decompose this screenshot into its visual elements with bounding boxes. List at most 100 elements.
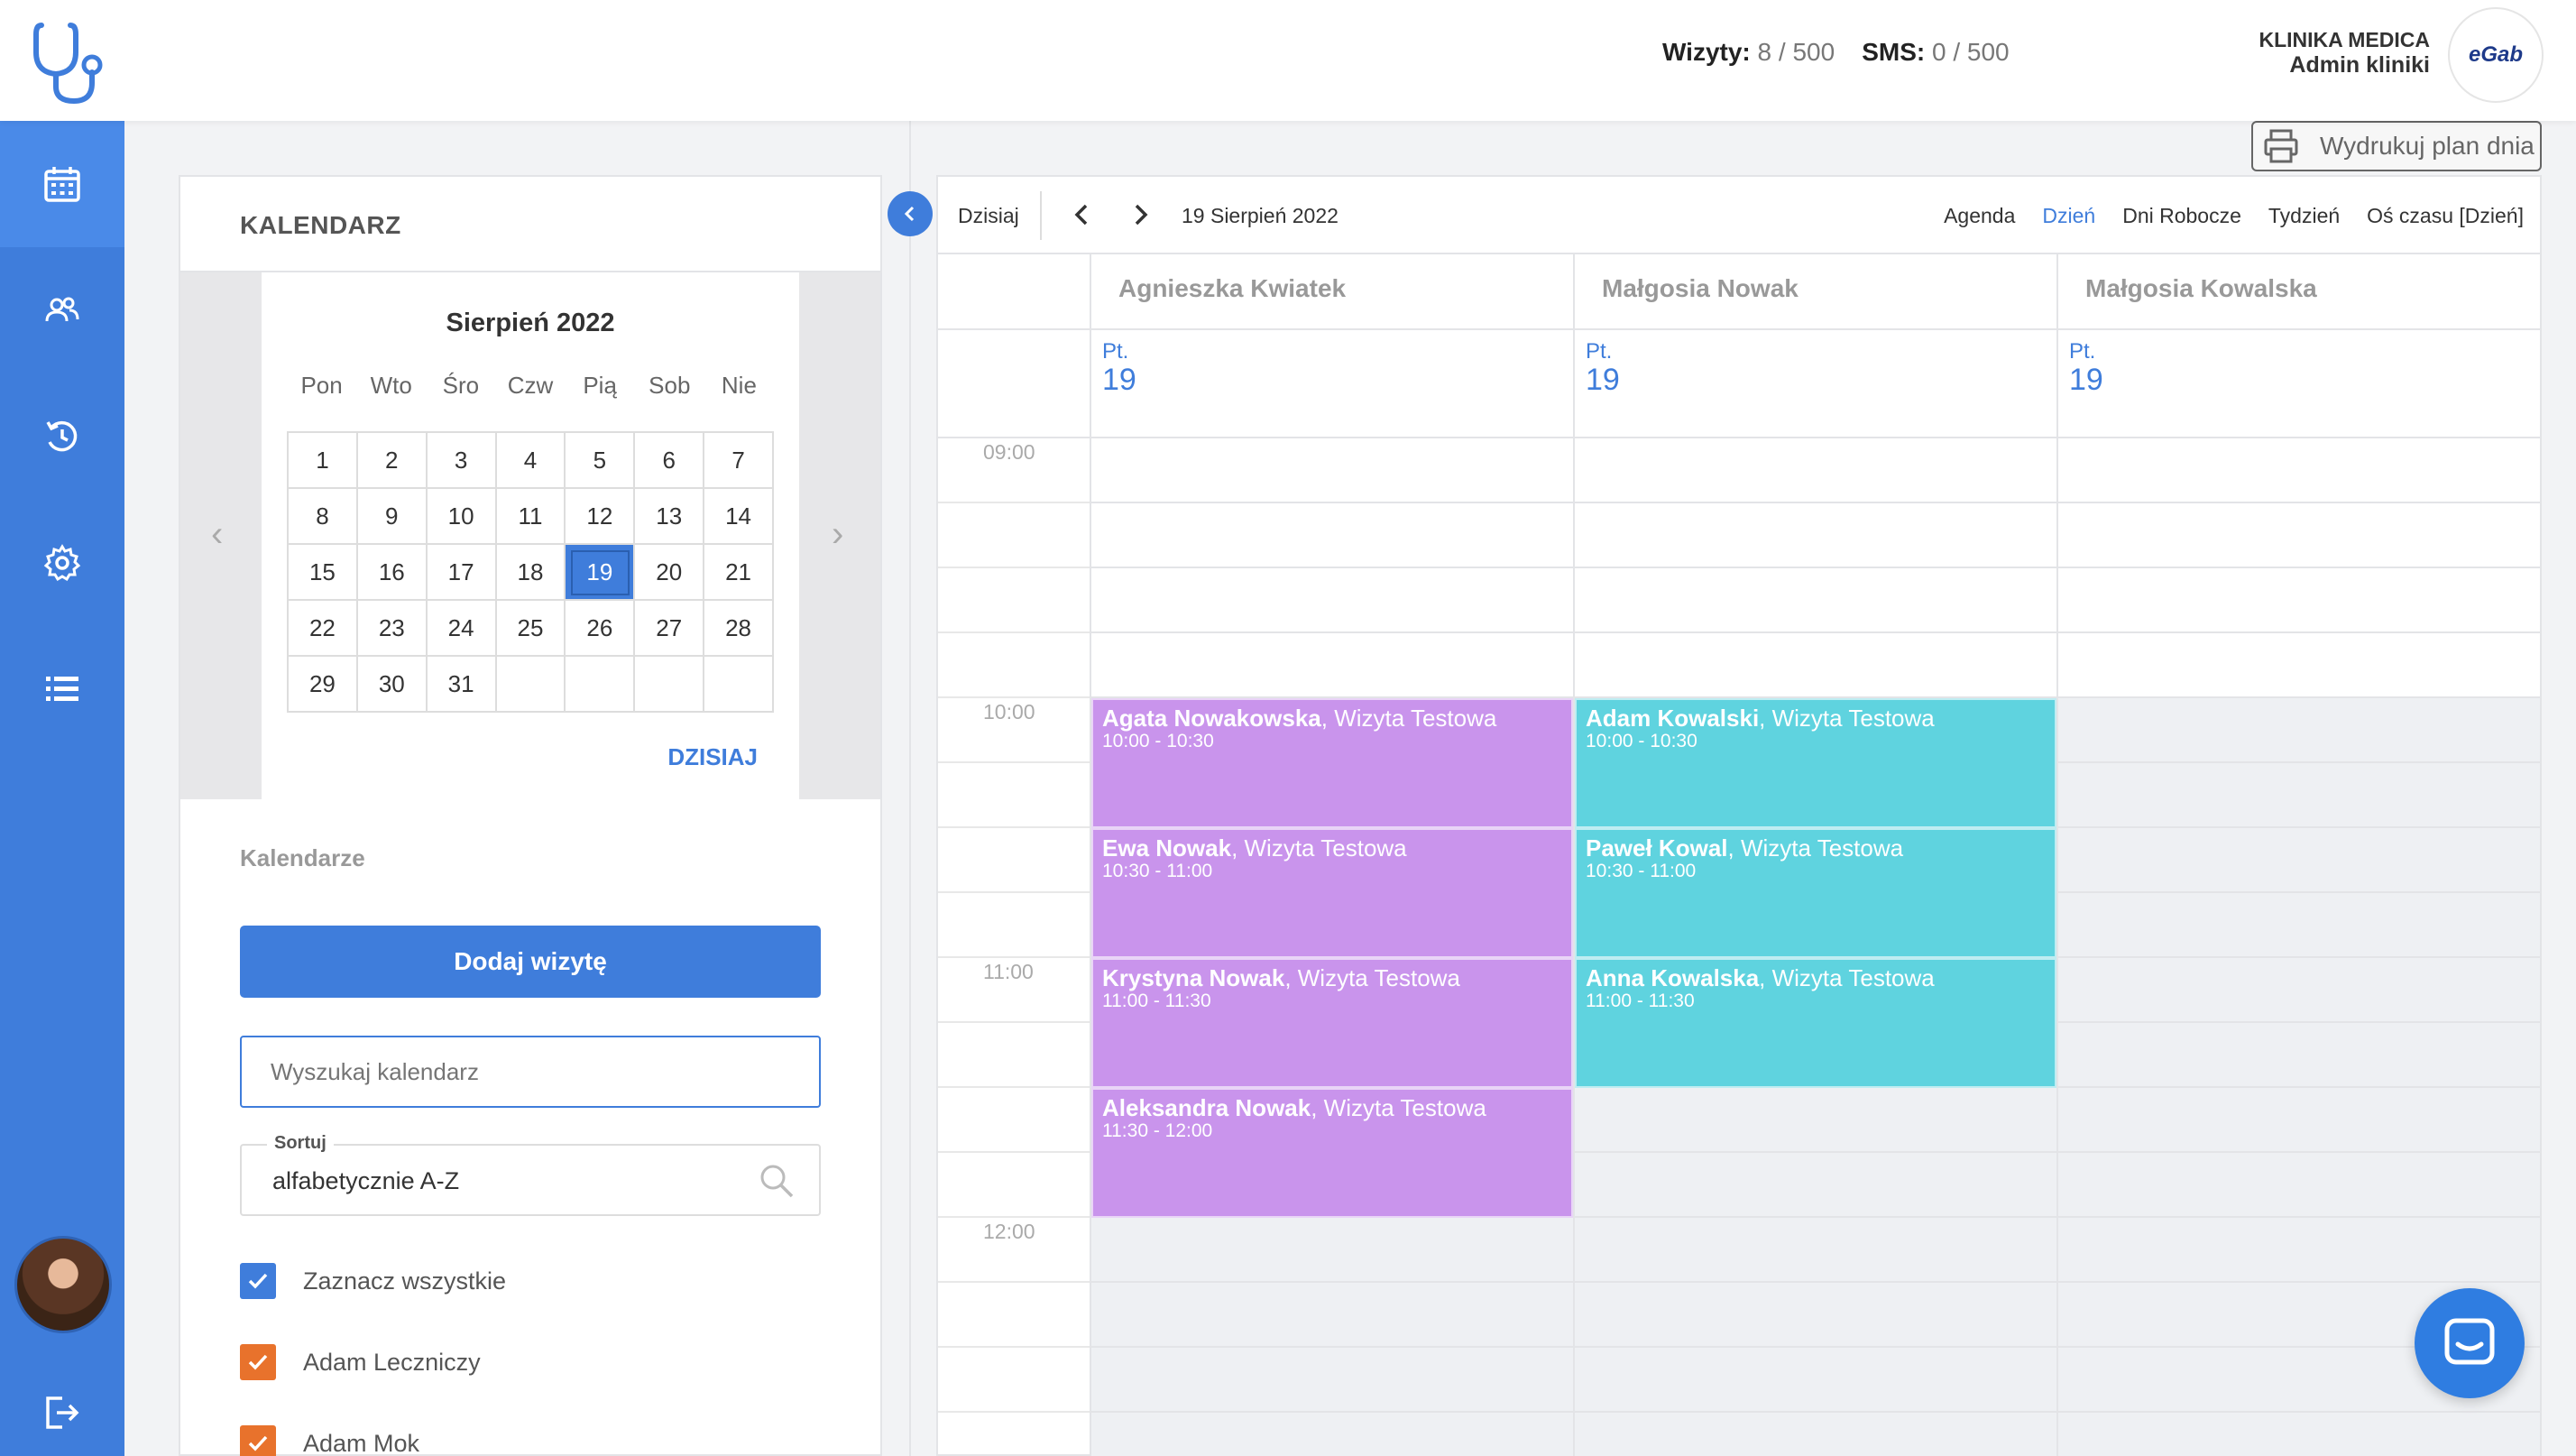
calendar-day[interactable]: 13	[635, 489, 705, 545]
calendar-day[interactable]: 31	[427, 657, 497, 713]
time-slot-cell[interactable]	[1573, 1218, 2056, 1283]
calendar-day[interactable]: 14	[704, 489, 774, 545]
calendar-day[interactable]: 16	[357, 545, 428, 601]
calendar-day[interactable]: 15	[289, 545, 358, 601]
collapse-panel-button[interactable]	[888, 191, 933, 236]
calendar-search-input[interactable]	[240, 1036, 821, 1108]
time-slot-cell[interactable]	[1573, 633, 2056, 698]
calendar-day[interactable]: 6	[635, 433, 705, 489]
time-slot-cell[interactable]	[1573, 1283, 2056, 1348]
time-slot-cell[interactable]	[1573, 503, 2056, 568]
view-tab[interactable]: Oś czasu [Dzień]	[2367, 204, 2524, 228]
time-slot-cell[interactable]	[1573, 568, 2056, 633]
day-header-cell[interactable]: Pt. 19	[1573, 330, 2056, 438]
sidebar-item-history[interactable]	[0, 373, 124, 500]
time-slot-cell[interactable]	[2056, 1218, 2540, 1283]
logout-button[interactable]	[0, 1350, 124, 1456]
sidebar-item-calendar[interactable]	[0, 121, 124, 247]
day-header-cell[interactable]: Pt. 19	[2056, 330, 2540, 438]
time-slot-cell[interactable]	[1090, 1283, 1573, 1348]
calendar-day[interactable]: 8	[289, 489, 358, 545]
appointment-block[interactable]: Aleksandra Nowak, Wizyta Testowa 11:30 - …	[1091, 1088, 1573, 1218]
day-header-cell[interactable]: Pt. 19	[1090, 330, 1573, 438]
checkbox[interactable]	[240, 1344, 276, 1380]
appointment-block[interactable]: Paweł Kowal, Wizyta Testowa 10:30 - 11:00	[1575, 828, 2056, 958]
appointment-block[interactable]: Anna Kowalska, Wizyta Testowa 11:00 - 11:…	[1575, 958, 2056, 1088]
next-month-arrow-icon[interactable]: ›	[832, 514, 843, 555]
prev-day-chevron-icon[interactable]	[1066, 197, 1099, 233]
calendar-day[interactable]: 17	[427, 545, 497, 601]
sidebar-item-patients[interactable]	[0, 247, 124, 373]
time-slot-cell[interactable]	[2056, 1153, 2540, 1218]
user-avatar[interactable]	[14, 1236, 112, 1333]
today-link[interactable]: DZISIAJ	[667, 743, 758, 771]
calendar-day[interactable]: 19	[566, 545, 636, 601]
calendar-day[interactable]: 29	[289, 657, 358, 713]
sidebar-item-settings[interactable]	[0, 500, 124, 626]
view-tab[interactable]: Dni Robocze	[2122, 204, 2241, 228]
time-slot-cell[interactable]	[2056, 958, 2540, 1023]
calendar-day[interactable]: 21	[704, 545, 774, 601]
calendar-day[interactable]: 18	[496, 545, 566, 601]
time-slot-cell[interactable]	[1573, 1413, 2056, 1456]
prev-month-arrow-icon[interactable]: ‹	[211, 514, 223, 555]
checkbox[interactable]	[240, 1425, 276, 1456]
time-slot-cell[interactable]	[2056, 633, 2540, 698]
print-day-plan-button[interactable]: Wydrukuj plan dnia	[2251, 121, 2542, 171]
egab-brand-logo[interactable]: eGab	[2448, 7, 2544, 103]
checkbox[interactable]	[240, 1263, 276, 1299]
time-slot-cell[interactable]	[1573, 1348, 2056, 1413]
calendar-day[interactable]: 22	[289, 601, 358, 657]
next-day-chevron-icon[interactable]	[1124, 197, 1156, 233]
today-button[interactable]: Dzisiaj	[958, 204, 1019, 228]
time-slot-cell[interactable]	[1573, 438, 2056, 503]
clinic-info[interactable]: KLINIKA MEDICA Admin kliniki	[2259, 27, 2430, 78]
view-tab[interactable]: Tydzień	[2268, 204, 2340, 228]
time-slot-cell[interactable]	[1090, 1348, 1573, 1413]
time-slot-cell[interactable]	[1090, 1218, 1573, 1283]
calendar-day[interactable]: 4	[496, 433, 566, 489]
time-slot-cell[interactable]	[2056, 828, 2540, 893]
calendar-day[interactable]: 30	[357, 657, 428, 713]
appointment-block[interactable]: Adam Kowalski, Wizyta Testowa 10:00 - 10:…	[1575, 698, 2056, 828]
time-slot-cell[interactable]	[2056, 1088, 2540, 1153]
time-slot-cell[interactable]	[2056, 1023, 2540, 1088]
time-slot-cell[interactable]	[2056, 438, 2540, 503]
calendar-day[interactable]: 20	[635, 545, 705, 601]
calendar-day[interactable]: 27	[635, 601, 705, 657]
view-tab[interactable]: Dzień	[2042, 204, 2095, 228]
appointment-block[interactable]: Krystyna Nowak, Wizyta Testowa 11:00 - 11…	[1091, 958, 1573, 1088]
time-slot-cell[interactable]	[2056, 1413, 2540, 1456]
stethoscope-logo-icon[interactable]	[32, 16, 108, 106]
add-visit-button[interactable]: Dodaj wizytę	[240, 926, 821, 998]
calendar-day[interactable]: 23	[357, 601, 428, 657]
calendar-day[interactable]: 10	[427, 489, 497, 545]
time-slot-cell[interactable]	[2056, 568, 2540, 633]
calendar-day[interactable]: 12	[566, 489, 636, 545]
calendar-checkbox-row[interactable]: Zaznacz wszystkie	[240, 1263, 506, 1299]
appointment-block[interactable]: Ewa Nowak, Wizyta Testowa 10:30 - 11:00	[1091, 828, 1573, 958]
time-slot-cell[interactable]	[1090, 438, 1573, 503]
calendar-checkbox-row[interactable]: Adam Leczniczy	[240, 1344, 481, 1380]
chat-support-button[interactable]	[2415, 1288, 2525, 1398]
time-slot-cell[interactable]	[2056, 893, 2540, 958]
calendar-day[interactable]: 1	[289, 433, 358, 489]
time-slot-cell[interactable]	[1573, 1088, 2056, 1153]
time-slot-cell[interactable]	[2056, 698, 2540, 763]
sort-select[interactable]: Sortuj alfabetycznie A-Z	[240, 1133, 821, 1216]
calendar-day[interactable]: 28	[704, 601, 774, 657]
calendar-day[interactable]: 7	[704, 433, 774, 489]
time-slot-cell[interactable]	[1090, 503, 1573, 568]
appointment-block[interactable]: Agata Nowakowska, Wizyta Testowa 10:00 - …	[1091, 698, 1573, 828]
calendar-day[interactable]: 25	[496, 601, 566, 657]
sidebar-item-list[interactable]	[0, 626, 124, 752]
calendar-day[interactable]: 2	[357, 433, 428, 489]
calendar-day[interactable]: 9	[357, 489, 428, 545]
time-slot-cell[interactable]	[1573, 1153, 2056, 1218]
time-slot-cell[interactable]	[2056, 763, 2540, 828]
time-slot-cell[interactable]	[1090, 568, 1573, 633]
time-slot-cell[interactable]	[1090, 633, 1573, 698]
time-slot-cell[interactable]	[2056, 503, 2540, 568]
calendar-day[interactable]: 24	[427, 601, 497, 657]
view-tab[interactable]: Agenda	[1944, 204, 2015, 228]
